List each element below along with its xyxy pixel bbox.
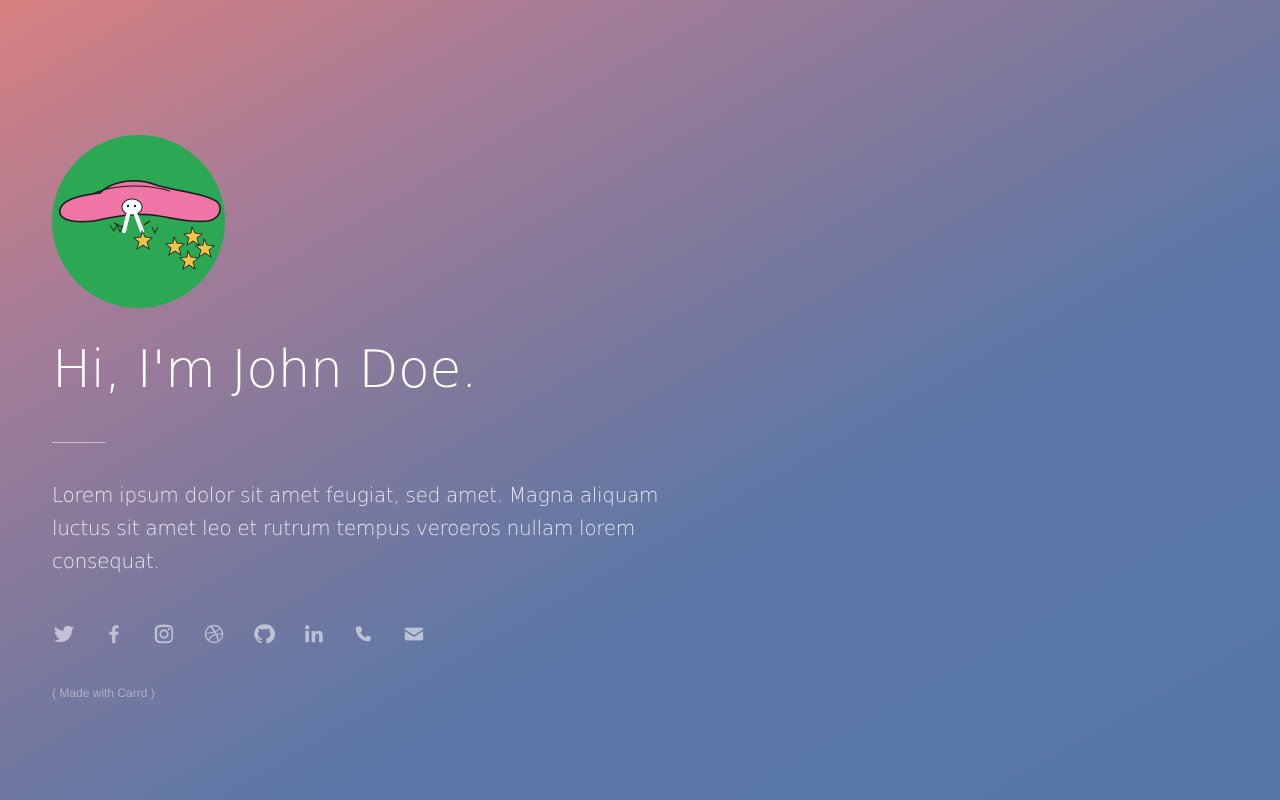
page-title: Hi, I'm John Doe. — [52, 340, 477, 400]
profile-card: Hi, I'm John Doe. Lorem ipsum dolor sit … — [52, 135, 752, 700]
facebook-icon — [109, 625, 119, 644]
avatar — [52, 135, 225, 308]
instagram-icon — [154, 624, 174, 644]
phone-link[interactable] — [352, 622, 376, 646]
twitter-icon — [53, 625, 75, 643]
divider — [52, 442, 105, 443]
github-link[interactable] — [252, 622, 276, 646]
made-with-carrd-link[interactable]: Made with Carrd — [59, 686, 147, 700]
facebook-link[interactable] — [102, 622, 126, 646]
twitter-link[interactable] — [52, 622, 76, 646]
credit-close: ) — [147, 686, 155, 700]
instagram-link[interactable] — [152, 622, 176, 646]
linkedin-icon — [305, 625, 323, 643]
email-link[interactable] — [402, 622, 426, 646]
github-icon — [254, 624, 275, 644]
envelope-icon — [404, 627, 424, 641]
dribbble-link[interactable] — [202, 622, 226, 646]
linkedin-link[interactable] — [302, 622, 326, 646]
mushroom-illustration-icon — [52, 135, 225, 308]
bio-text: Lorem ipsum dolor sit amet feugiat, sed … — [52, 483, 659, 573]
phone-icon — [355, 626, 371, 642]
made-with-credit: ( Made with Carrd ) — [52, 686, 752, 700]
social-links — [52, 622, 752, 646]
dribbble-icon — [204, 624, 224, 644]
